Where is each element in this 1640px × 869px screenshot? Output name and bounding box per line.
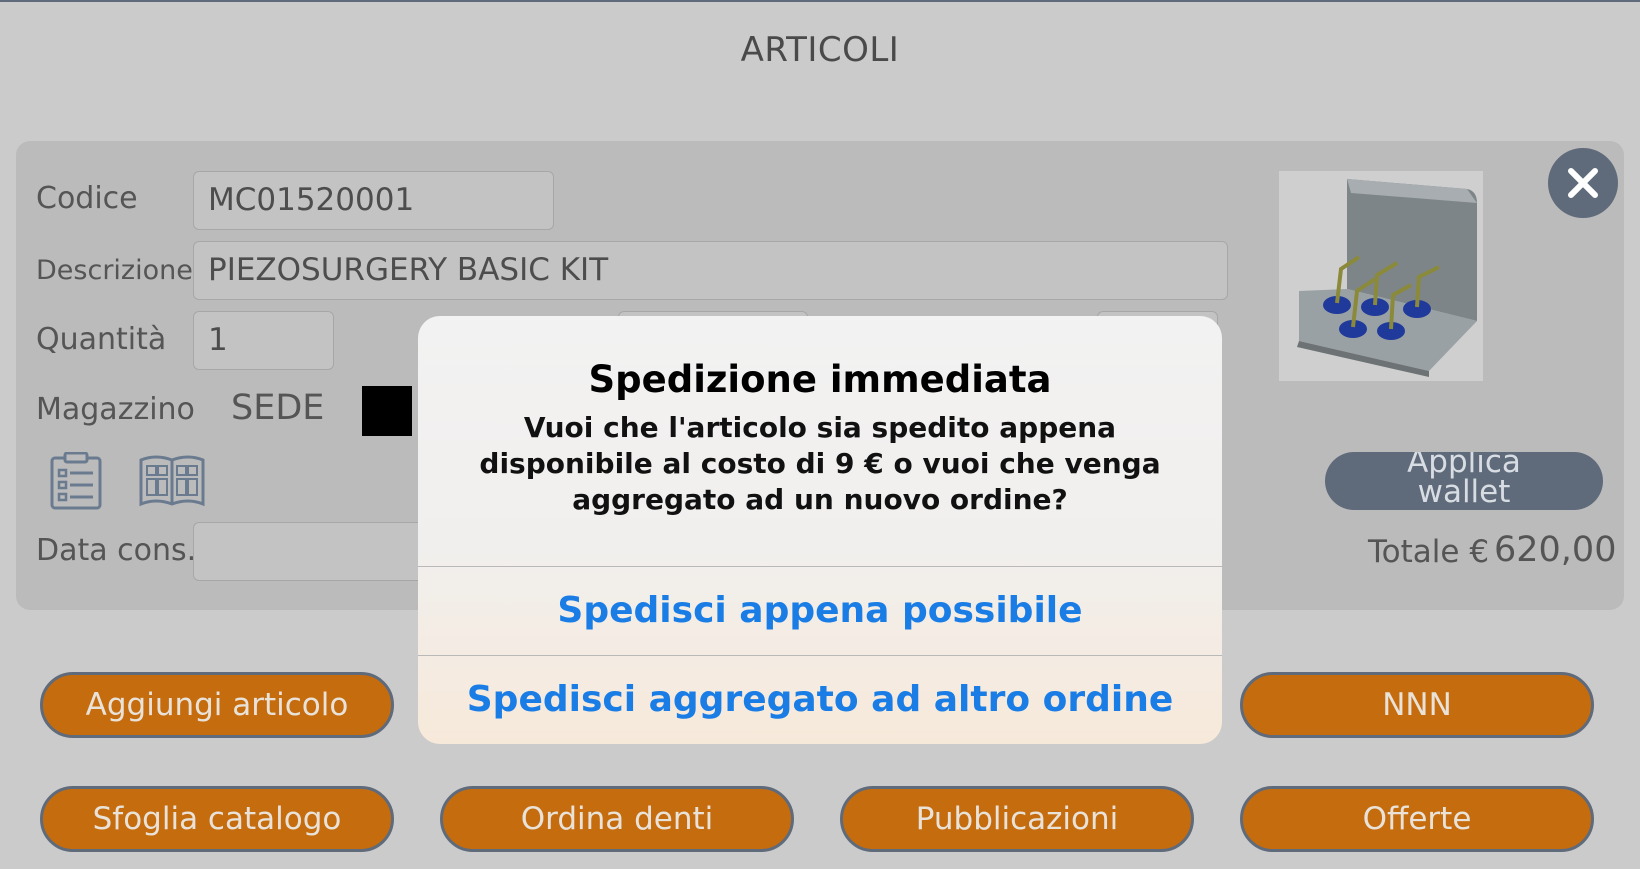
data-cons-field[interactable] <box>193 522 433 581</box>
checklist-icon[interactable] <box>50 451 102 510</box>
totale-label: Totale € <box>1368 534 1490 570</box>
product-image <box>1279 171 1483 381</box>
totale-value: 620,00 <box>1494 530 1617 570</box>
descrizione-field[interactable]: PIEZOSURGERY BASIC KIT <box>193 241 1228 300</box>
codice-label: Codice <box>36 181 138 216</box>
wallet-label-line2: wallet <box>1417 474 1511 510</box>
ship-aggregated-button[interactable]: Spedisci aggregato ad altro ordine <box>418 656 1222 744</box>
alert-title: Spedizione immediata <box>588 358 1052 401</box>
magazzino-value: SEDE <box>231 388 325 428</box>
color-swatch[interactable] <box>362 386 412 436</box>
descrizione-label: Descrizione <box>36 255 193 286</box>
close-icon <box>1568 168 1598 198</box>
page-title: ARTICOLI <box>740 30 900 70</box>
alert-message: Vuoi che l'articolo sia spedito appena d… <box>479 411 1161 516</box>
alert-dialog: Spedizione immediata Vuoi che l'articolo… <box>418 316 1222 744</box>
quantita-label: Quantità <box>36 322 167 357</box>
quantita-field[interactable]: 1 <box>193 311 334 370</box>
sfoglia-catalogo-button[interactable]: Sfoglia catalogo <box>40 786 394 852</box>
pubblicazioni-button[interactable]: Pubblicazioni <box>840 786 1194 852</box>
top-divider <box>0 0 1640 2</box>
catalog-book-icon[interactable] <box>138 452 206 508</box>
magazzino-label: Magazzino <box>36 392 195 427</box>
ship-asap-button[interactable]: Spedisci appena possibile <box>418 567 1222 655</box>
data-cons-label: Data cons. <box>36 533 197 568</box>
ordina-denti-button[interactable]: Ordina denti <box>440 786 794 852</box>
nnn-button[interactable]: NNN <box>1240 672 1594 738</box>
close-button[interactable] <box>1548 148 1618 218</box>
offerte-button[interactable]: Offerte <box>1240 786 1594 852</box>
aggiungi-articolo-button[interactable]: Aggiungi articolo <box>40 672 394 738</box>
apply-wallet-button[interactable]: Applica wallet <box>1325 452 1603 510</box>
codice-field[interactable]: MC01520001 <box>193 171 554 230</box>
